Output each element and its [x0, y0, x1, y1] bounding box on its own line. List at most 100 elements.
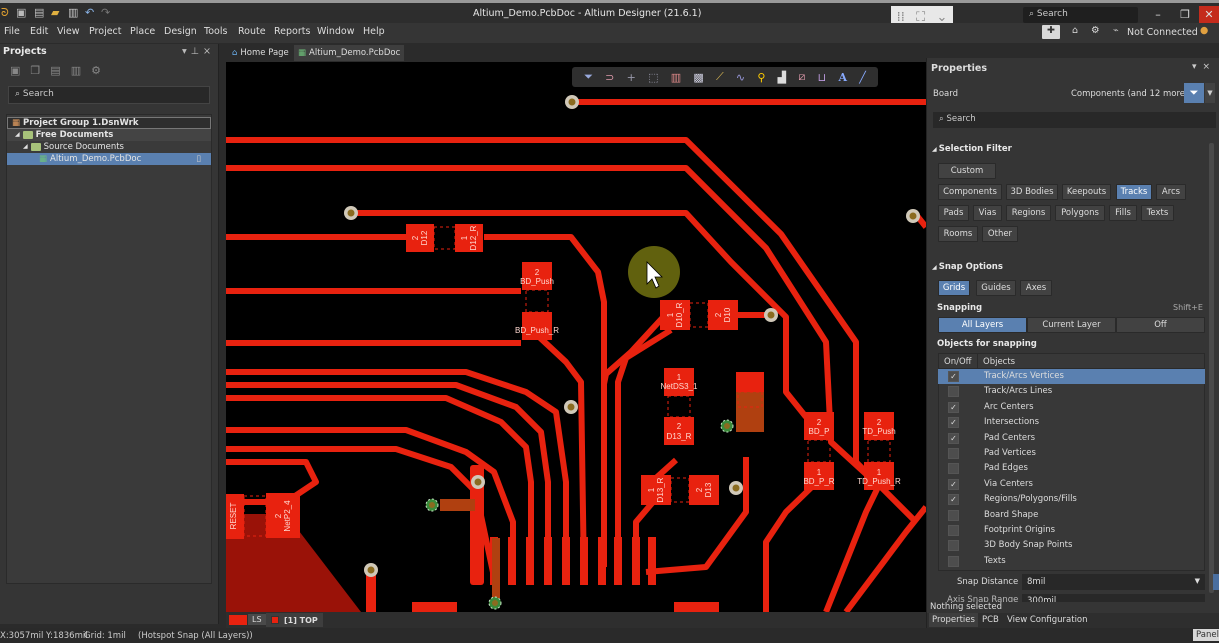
snap-object-checkbox[interactable] [948, 555, 959, 567]
snap-grids-button[interactable]: Grids [938, 280, 970, 296]
text-icon[interactable]: A [838, 71, 847, 84]
open-folder-icon[interactable]: ▰ [51, 6, 59, 19]
layer-tab-top[interactable]: [1] TOP [266, 613, 323, 627]
interactive-route-icon[interactable]: ⟋ [716, 70, 724, 84]
menu-place[interactable]: Place [130, 26, 155, 37]
snap-object-checkbox[interactable] [948, 525, 959, 536]
fill-icon[interactable]: ▟ [778, 71, 786, 84]
panel-menu-icon[interactable]: ▾ [182, 46, 191, 57]
save-all-icon[interactable]: ▤ [34, 6, 44, 19]
snap-object-row[interactable]: ✓ Via Centers [938, 477, 1205, 492]
via-pin-icon[interactable]: ⚲ [757, 71, 765, 84]
axis-snap-range-input[interactable]: 300mil [1022, 594, 1205, 602]
dimension-icon[interactable]: ⊔ [818, 71, 827, 84]
snap-axes-button[interactable]: Axes [1020, 280, 1052, 296]
menu-reports[interactable]: Reports [274, 26, 310, 37]
snap-object-checkbox[interactable] [948, 509, 959, 521]
filter-components-button[interactable]: Components [938, 184, 1002, 200]
snap-options-header[interactable]: ◢ Snap Options [932, 262, 1003, 272]
filter-other-button[interactable]: Other [982, 226, 1018, 242]
properties-search-input[interactable]: ⌕ Search [933, 112, 1216, 128]
tree-item-source-documents[interactable]: ◢ Source Documents [7, 141, 211, 153]
filter-dropdown-icon[interactable]: ▼ [1205, 83, 1215, 103]
component-icon[interactable]: ▩ [693, 71, 703, 84]
expand-arrow-icon[interactable]: ◢ [23, 141, 28, 153]
filter-rooms-button[interactable]: Rooms [938, 226, 978, 242]
line-icon[interactable]: ╱ [859, 71, 866, 84]
redo-icon[interactable]: ↷ [101, 6, 110, 19]
snap-distance-select[interactable]: 8mil ▼ [1022, 574, 1205, 590]
filter-custom-button[interactable]: Custom [938, 163, 996, 179]
restore-button[interactable]: ❐ [1172, 6, 1198, 24]
snap-object-checkbox[interactable] [948, 448, 959, 459]
close-button[interactable]: ✕ [1199, 6, 1219, 24]
projects-search-input[interactable]: ⌕ Search [8, 86, 210, 104]
undo-icon[interactable]: ↶ [85, 6, 94, 19]
tree-item-free-documents[interactable]: ◢ Free Documents [7, 129, 211, 141]
menu-tools[interactable]: Tools [204, 26, 227, 37]
filter-arcs-button[interactable]: Arcs [1156, 184, 1186, 200]
panels-button[interactable]: Panels [1193, 629, 1219, 641]
add-document-icon[interactable]: ▤ [50, 64, 60, 78]
pcb-canvas[interactable]: 2D12 1D12_R 2 BD_Push BD_Push_R 1D10_R 2… [226, 62, 926, 612]
selection-filter-header[interactable]: ◢ Selection Filter [932, 144, 1012, 154]
menu-view[interactable]: View [57, 26, 80, 37]
snap-object-row[interactable]: ✓ Intersections [938, 415, 1205, 430]
tab-properties[interactable]: Properties [929, 613, 978, 627]
snap-object-row[interactable]: ✓ Track/Arcs Vertices [938, 369, 1205, 385]
tab-pcb[interactable]: PCB [979, 613, 1002, 627]
filter-tracks-button[interactable]: Tracks [1116, 184, 1152, 200]
tree-item-pcbdoc[interactable]: ▦ Altium_Demo.PcbDoc ▯ [7, 153, 211, 165]
properties-scrollbar[interactable] [1209, 143, 1214, 593]
menu-edit[interactable]: Edit [30, 26, 48, 37]
feedback-icon[interactable]: ✚ [1042, 25, 1060, 39]
menu-project[interactable]: Project [89, 26, 122, 37]
filter-keepouts-button[interactable]: Keepouts [1062, 184, 1111, 200]
expand-arrow-icon[interactable]: ◢ [15, 129, 20, 141]
select-rect-icon[interactable]: ⬚ [648, 71, 658, 84]
snap-object-row[interactable]: Track/Arcs Lines [938, 384, 1205, 399]
reset-icon[interactable] [1213, 574, 1219, 590]
snapping-off[interactable]: Off [1116, 317, 1205, 333]
snap-guides-button[interactable]: Guides [976, 280, 1016, 296]
snap-object-checkbox[interactable]: ✓ [948, 432, 959, 444]
menu-window[interactable]: Window [317, 26, 354, 37]
panel-menu-icon[interactable]: ▾ [1192, 62, 1203, 72]
snap-object-row[interactable]: Footprint Origins [938, 523, 1205, 538]
filter-pads-button[interactable]: Pads [938, 205, 969, 221]
snapping-all-layers[interactable]: All Layers [938, 317, 1027, 333]
snap-object-checkbox[interactable] [948, 540, 959, 552]
close-icon[interactable]: × [1203, 62, 1217, 72]
menu-file[interactable]: File [4, 26, 20, 37]
menu-route[interactable]: Route [238, 26, 266, 37]
bar-chart-icon[interactable]: ▥ [671, 71, 681, 84]
menu-design[interactable]: Design [164, 26, 197, 37]
filter-fills-button[interactable]: Fills [1109, 205, 1137, 221]
filter-texts-button[interactable]: Texts [1141, 205, 1174, 221]
length-tune-icon[interactable]: ∿ [736, 71, 745, 84]
filter-icon[interactable]: ⏷ [1184, 83, 1204, 103]
snap-object-row[interactable]: ✓ Regions/Polygons/Fills [938, 492, 1205, 507]
route-connect-icon[interactable]: ⊃ [605, 71, 614, 84]
copy-project-icon[interactable]: ❐ [30, 64, 40, 78]
crosshair-icon[interactable]: + [627, 71, 636, 84]
snap-object-row[interactable]: Pad Vertices [938, 446, 1205, 461]
filter-polygons-button[interactable]: Polygons [1055, 205, 1105, 221]
filter-vias-button[interactable]: Vias [973, 205, 1002, 221]
minimize-button[interactable]: – [1145, 6, 1171, 24]
snap-object-checkbox[interactable]: ✓ [948, 417, 959, 429]
save-project-icon[interactable]: ▣ [10, 64, 20, 78]
connection-status[interactable]: Not Connected [1127, 27, 1198, 38]
gear-icon[interactable]: ⚙ [1091, 25, 1100, 36]
snap-object-checkbox[interactable]: ✓ [948, 371, 959, 382]
settings-icon[interactable]: ⚙ [91, 64, 101, 78]
snap-object-row[interactable]: Texts [938, 554, 1205, 569]
snap-object-checkbox[interactable] [948, 463, 959, 475]
snap-object-row[interactable]: ✓ Arc Centers [938, 400, 1205, 415]
save-icon[interactable]: ▣ [16, 6, 26, 19]
print-icon[interactable]: ▥ [68, 6, 78, 19]
filter-summary[interactable]: Components (and 12 more) [1071, 89, 1188, 99]
filter-regions-button[interactable]: Regions [1006, 205, 1051, 221]
tab-altium-demo-pcbdoc[interactable]: ▦ Altium_Demo.PcbDoc [294, 45, 405, 61]
snap-object-row[interactable]: Pad Edges [938, 461, 1205, 476]
